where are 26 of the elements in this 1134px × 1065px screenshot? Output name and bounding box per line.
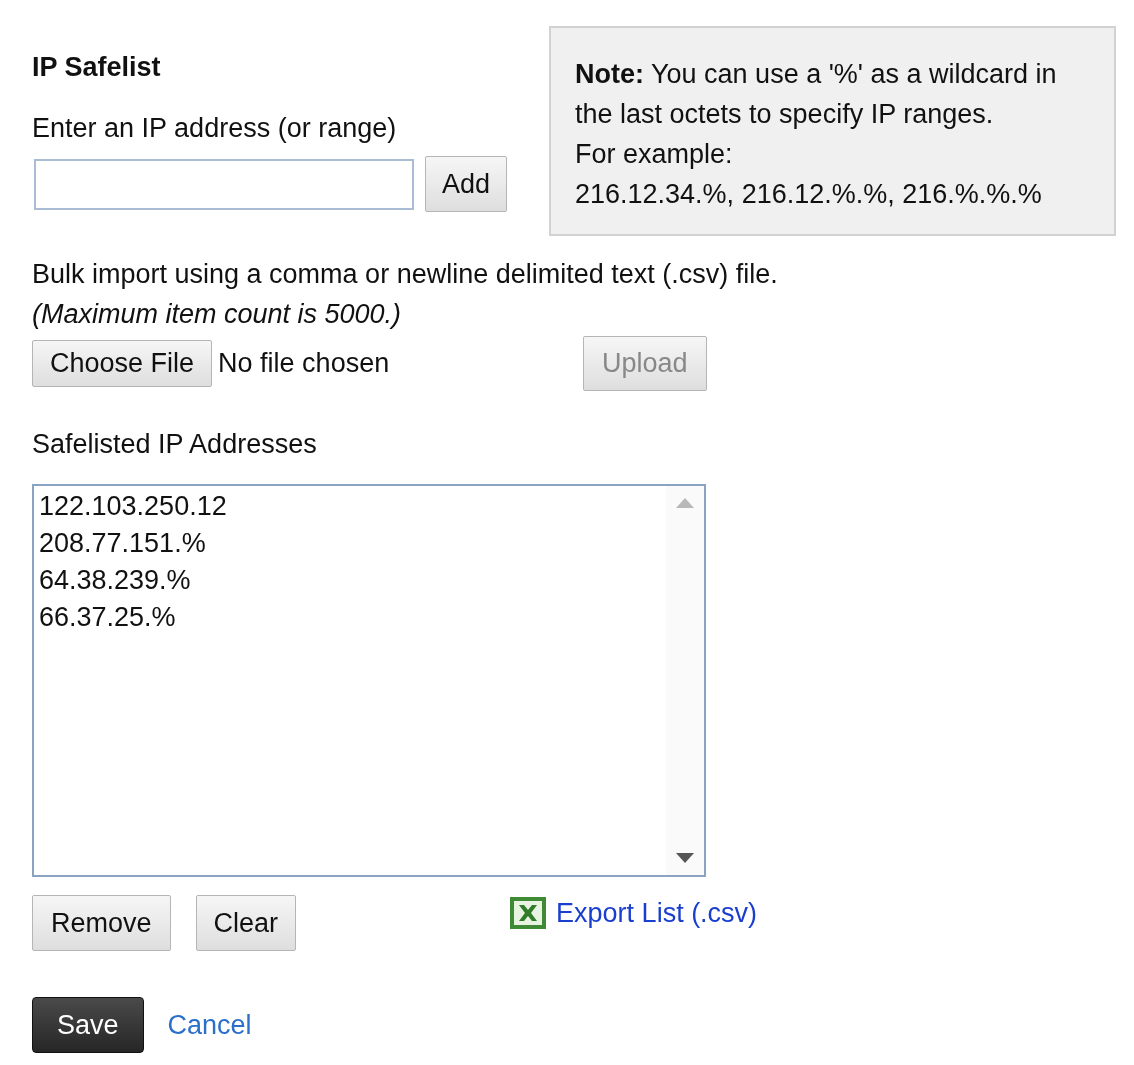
ip-field-label: Enter an IP address (or range) xyxy=(32,113,397,144)
list-item[interactable]: 64.38.239.% xyxy=(39,562,661,599)
choose-file-button[interactable]: Choose File xyxy=(32,340,213,387)
bulk-import-text: Bulk import using a comma or newline delimited text (.csv) file. xyxy=(32,258,779,291)
note-text: 216.12.34.%, 216.12.%.%, 216.%.%.% xyxy=(575,178,1043,211)
clear-button[interactable]: Clear xyxy=(195,895,297,951)
list-item[interactable]: 122.103.250.12 xyxy=(39,488,661,525)
list-label: Safelisted IP Addresses xyxy=(32,429,317,460)
list-item[interactable]: 66.37.25.% xyxy=(39,599,661,636)
scroll-down-icon[interactable] xyxy=(676,853,694,863)
item-limit-text: (Maximum item count is 5000.) xyxy=(32,298,402,331)
save-button[interactable]: Save xyxy=(32,997,144,1053)
note-text: Note: You can use a '%' as a wildcard in the last octets to specify IP ranges. xyxy=(575,58,1058,131)
scrollbar[interactable] xyxy=(666,486,704,875)
spreadsheet-icon xyxy=(510,897,547,929)
remove-button[interactable]: Remove xyxy=(32,895,171,951)
ip-list-box[interactable]: 122.103.250.12 208.77.151.% 64.38.239.% 66.37.25.% xyxy=(32,484,706,877)
scroll-up-icon[interactable] xyxy=(676,498,694,508)
file-status: No file chosen xyxy=(218,348,391,379)
ip-address-field[interactable] xyxy=(34,158,414,210)
section-title: IP Safelist xyxy=(32,52,161,83)
note-text: For example: xyxy=(575,138,734,171)
cancel-link[interactable]: Cancel xyxy=(167,1009,252,1041)
list-item[interactable]: 208.77.151.% xyxy=(39,525,661,562)
add-button[interactable]: Add xyxy=(425,156,508,212)
export-list-link[interactable]: Export List (.csv) xyxy=(556,897,758,929)
